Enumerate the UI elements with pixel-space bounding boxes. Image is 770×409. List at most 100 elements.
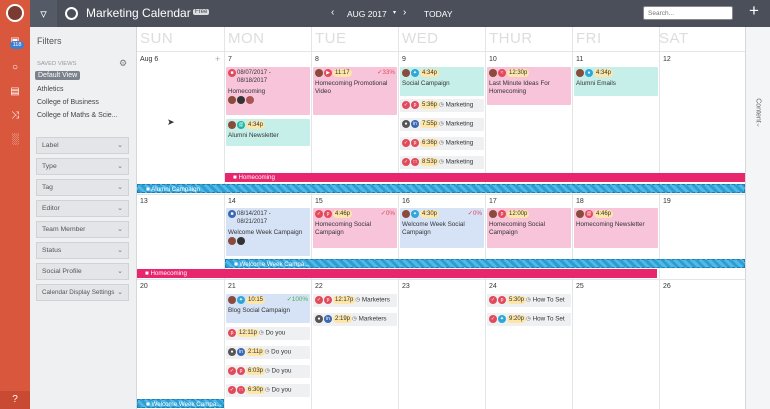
gear-icon[interactable]: ⚙ [119,58,127,69]
event-time: 6:30p [246,386,266,394]
add-event-icon[interactable]: + [215,54,220,64]
analytics-icon[interactable]: ░ [0,134,30,145]
event-card[interactable]: ≈12:30p Last Minute Ideas For Homecoming [487,67,571,105]
filter-editor[interactable]: Editor ⌄ [36,200,129,217]
event-card[interactable]: ● in 2:11p ◷ Do you [226,346,310,359]
filter-label[interactable]: Label ⌄ [36,137,129,154]
rss-icon: ≈ [498,69,506,77]
campaign-bar-label: Welcome Week Campa... [151,401,222,408]
user-icon: ● [402,120,410,128]
avatar [228,121,236,129]
event-card[interactable]: ✓ p 5:30p ◷ How To Set [487,294,571,307]
help-icon[interactable]: ? [0,391,30,409]
saved-view-item[interactable]: College of Maths & Scie... [37,112,118,119]
event-time: 9:20p [507,315,527,323]
day-number: 12 [663,56,671,63]
month-calendar: SUN MON TUE WED THUR FRI SAT Aug 6 + 7 8… [137,27,745,409]
event-card[interactable]: ● in 7:55p ◷ Marketing [400,118,484,131]
filter-status[interactable]: Status ⌄ [36,242,129,259]
event-label: Marketers [358,315,387,323]
event-card[interactable]: ● in 2:19p ◷ Marketers [313,313,397,326]
event-card[interactable]: ■ 08/14/2017 - 08/21/2017 Welcome Week Ca… [226,208,310,256]
campaign-bar[interactable]: ■ Welcome Week Campa... [225,259,745,268]
event-label: Do you [271,348,292,356]
shuffle-icon[interactable]: ⤨ [0,110,30,121]
campaign-bar[interactable]: ■ Welcome Week Campa... [137,399,224,408]
content-panel-toggle[interactable]: ‹ Content [745,27,770,409]
prev-month-arrow-icon[interactable]: ‹ [331,7,334,18]
event-time: 12:17p [333,296,356,304]
week-divider [137,194,745,195]
chevron-down-icon[interactable]: ▾ [393,9,396,16]
pinterest-icon: p [228,329,236,337]
filter-type[interactable]: Type ⌄ [36,158,129,175]
next-month-arrow-icon[interactable]: › [403,7,406,18]
month-picker[interactable]: AUG 2017 [347,9,387,19]
email-icon: @ [585,210,593,218]
saved-view-item[interactable]: Athletics [37,86,63,93]
event-dates: 08/14/2017 - 08/21/2017 [237,211,271,225]
check-icon: ✓ [228,386,236,394]
event-time: 12:00p [507,210,530,218]
chevron-down-icon: ⌄ [117,268,123,275]
filter-team-member[interactable]: Team Member ⌄ [36,221,129,238]
event-time: 8:53p [420,158,440,166]
today-button[interactable]: TODAY [424,9,453,19]
event-card[interactable]: ✓ p 4:46p ✓0% Homecoming Social Campaign [313,208,397,248]
day-number: 11 [576,56,584,63]
saved-views-heading: SAVED VIEWS [37,61,77,67]
circle-icon[interactable]: ○ [0,62,30,73]
campaign-bar[interactable]: ■ Homecoming [225,173,745,182]
search-input[interactable] [643,6,733,20]
check-icon: ✓ [315,210,323,218]
event-card[interactable]: p 12:00p Homecoming Social Campaign [487,208,571,248]
event-card[interactable]: @4:46p Homecoming Newsletter [574,208,658,248]
event-time: 12:30p [507,69,530,77]
day-number: 20 [140,283,148,290]
event-card[interactable]: ✦ 10:15 ✓100% Blog Social Campaign [226,294,310,323]
add-button[interactable]: + [749,1,759,21]
day-number: 10 [489,56,497,63]
event-card[interactable]: ● 4:34p Alumni Emails [574,67,658,96]
event-time: 5:30p [507,296,527,304]
day-number: Aug 6 [140,56,159,63]
linkedin-icon: in [411,120,419,128]
event-card[interactable]: ▶ 11:17 ✓33% Homecoming Promotional Video [313,67,397,115]
clock-icon: ◷ [264,349,270,355]
event-card[interactable]: ✓ p 6:03p ◷ Do you [226,365,310,378]
clock-icon: ◷ [352,316,357,322]
event-label: Marketing [445,101,474,109]
event-card[interactable]: ■ 08/07/2017 - 08/18/2017 Homecoming [226,67,310,115]
campaign-bar[interactable]: ■ Alumni Campaign [137,184,745,193]
day-header: MON [228,30,265,47]
event-time: 4:34p [420,69,440,77]
event-card[interactable]: ✦ 4:34p Social Campaign [400,67,484,96]
avatar [315,69,323,77]
video-icon: ▶ [324,69,332,77]
filter-social-profile[interactable]: Social Profile ⌄ [36,263,129,280]
filter-calendar-display-settings[interactable]: Calendar Display Settings ⌄ [36,284,129,301]
user-avatar[interactable] [0,4,30,25]
saved-view-item[interactable]: Default View [35,71,81,80]
event-card[interactable]: ✓ □ 8:53p ◷ Marketing [400,156,484,169]
event-card[interactable]: ✓ ✦ 9:20p ◷ How To Set [487,313,571,326]
calendar-status-icon [65,7,78,20]
progress-percent: 100% [291,296,308,303]
event-card[interactable]: @4:34p Alumni Newsletter [226,119,310,146]
filter-tag[interactable]: Tag ⌄ [36,179,129,196]
event-card[interactable]: ✓ p 12:17p ◷ Marketers [313,294,397,307]
day-number: 23 [402,283,410,290]
calendar-icon[interactable]: ▤ [0,86,30,97]
saved-view-item[interactable]: College of Business [37,99,99,106]
event-card[interactable]: ✦ 4:30p ✓0% Welcome Week Social Campaign [400,208,484,248]
event-time: 4:30p [420,210,440,218]
event-title: Welcome Week Campaign [228,229,303,236]
event-label: How To Set [532,296,565,304]
filter-toggle-icon[interactable]: ▿ [30,0,57,27]
event-card[interactable]: p 12:11p ◷ Do you [226,327,310,340]
event-card[interactable]: ✓ p 6:36p ◷ Marketing [400,137,484,150]
avatar [237,96,245,104]
event-card[interactable]: ✓ p 5:36p ◷ Marketing [400,99,484,112]
event-card[interactable]: ✓ □ 6:30p ◷ Do you [226,384,310,397]
campaign-bar[interactable]: ■ Homecoming [137,269,657,278]
